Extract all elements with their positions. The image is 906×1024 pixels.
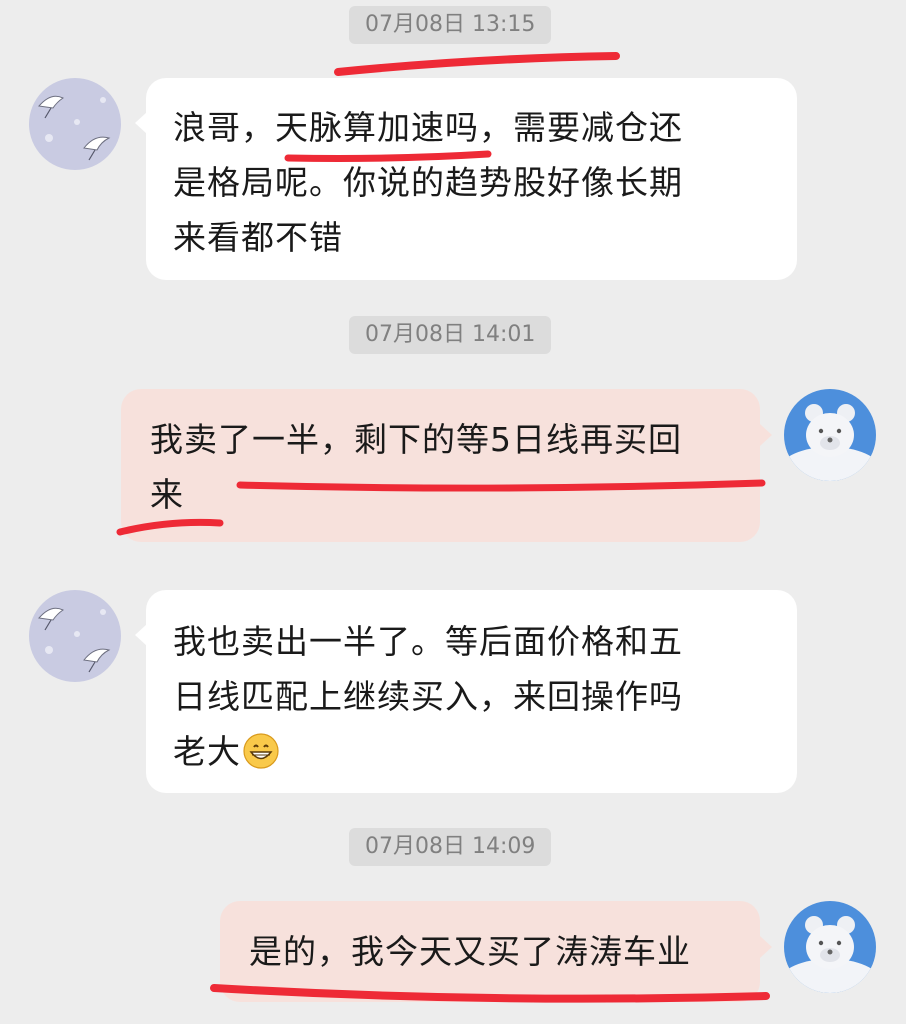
timestamp: 07月08日 13:15 <box>349 6 552 44</box>
message-line: 我卖了一半，剩下的等5日线再买回 <box>150 420 682 459</box>
crane-avatar-icon <box>29 78 121 170</box>
bubble-tail <box>760 936 772 958</box>
message-bubble-outgoing[interactable]: 是的，我今天又买了涛涛车业 <box>220 901 760 1002</box>
message-bubble-incoming[interactable]: 我也卖出一半了。等后面价格和五 日线匹配上继续买入，来回操作吗 老大 <box>146 590 797 793</box>
crane-avatar-icon <box>29 590 121 682</box>
message-line: 浪哥，天脉算加速吗，需要减仓还 <box>173 108 683 147</box>
message-line: 我也卖出一半了。等后面价格和五 <box>173 622 683 661</box>
message-line: 是格局呢。你说的趋势股好像长期 <box>173 163 683 202</box>
grinning-face-emoji <box>243 730 279 785</box>
timestamp: 07月08日 14:09 <box>349 828 552 866</box>
message-line: 是的，我今天又买了涛涛车业 <box>249 932 691 971</box>
my-avatar[interactable] <box>784 389 876 481</box>
contact-avatar[interactable] <box>29 590 121 682</box>
bear-avatar-icon <box>784 901 876 993</box>
bear-avatar-icon <box>784 389 876 481</box>
my-avatar[interactable] <box>784 901 876 993</box>
chat-view[interactable]: 07月08日 13:15 浪哥，天脉算加速吗，需要减仓还 是格局呢。你说的趋势股… <box>0 0 906 1024</box>
message-bubble-incoming[interactable]: 浪哥，天脉算加速吗，需要减仓还 是格局呢。你说的趋势股好像长期 来看都不错 <box>146 78 797 280</box>
message-text: 老大 <box>173 732 241 771</box>
message-line: 日线匹配上继续买入，来回操作吗 <box>173 677 683 716</box>
message-bubble-outgoing[interactable]: 我卖了一半，剩下的等5日线再买回 来 <box>121 389 760 542</box>
bubble-tail <box>760 424 772 446</box>
timestamp: 07月08日 14:01 <box>349 316 552 354</box>
message-line: 老大 <box>173 724 777 785</box>
message-line: 来看都不错 <box>173 218 343 257</box>
message-line: 来 <box>150 475 184 514</box>
annotation-underline <box>334 52 620 76</box>
contact-avatar[interactable] <box>29 78 121 170</box>
